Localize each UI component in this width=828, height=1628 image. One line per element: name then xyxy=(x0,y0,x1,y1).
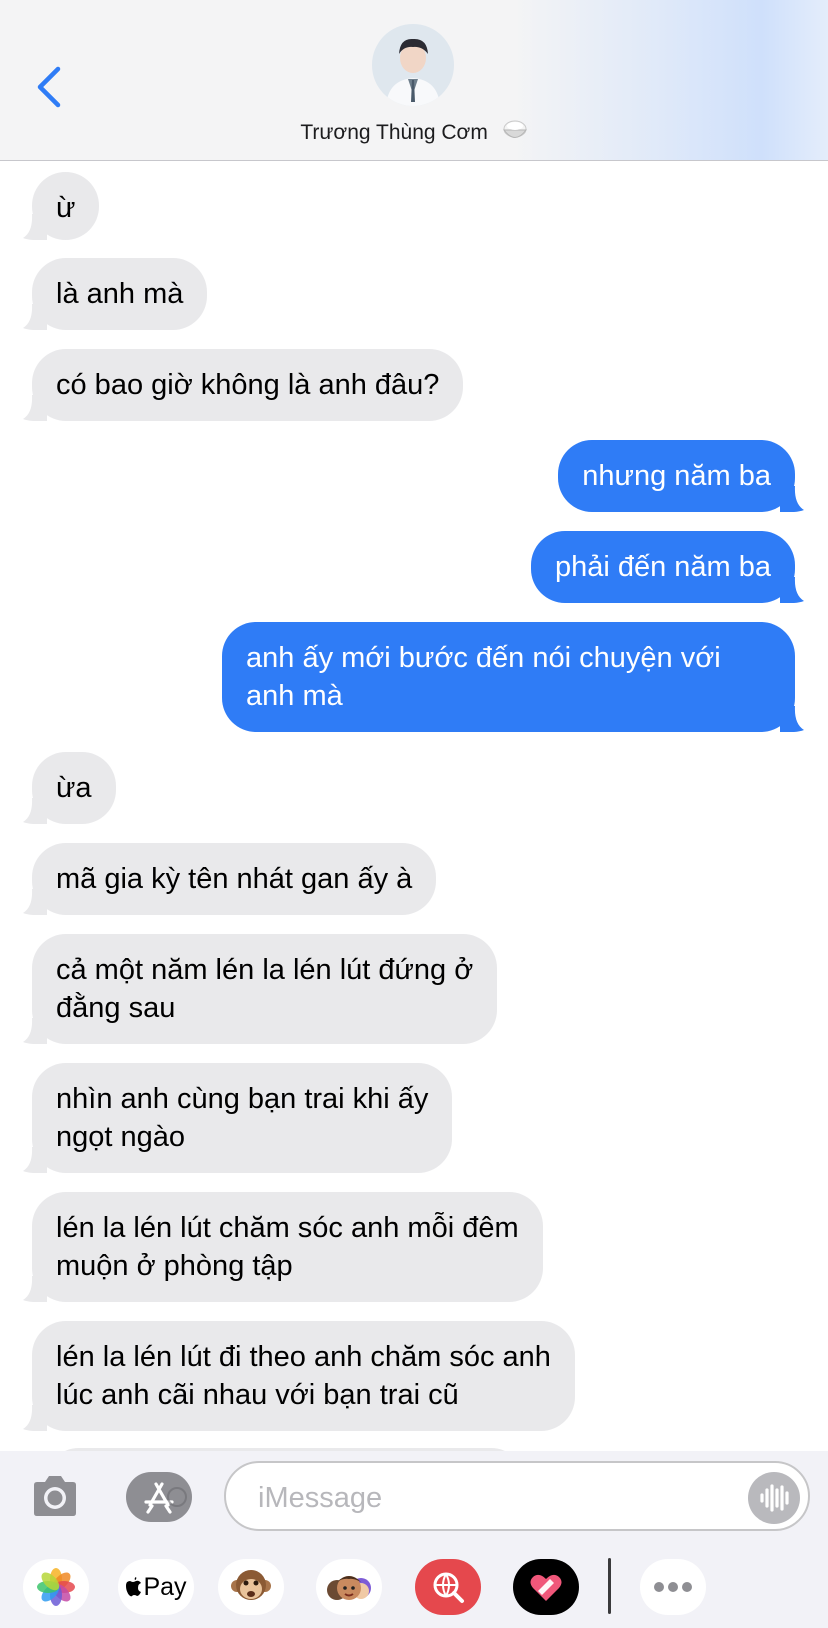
animoji-button[interactable] xyxy=(218,1559,284,1615)
bubble-tail xyxy=(23,889,47,915)
message-text-line: muộn ở phòng tập xyxy=(56,1250,293,1282)
message-text: phải đến năm ba xyxy=(554,551,771,583)
bubble-tail xyxy=(23,304,47,330)
bubble-tail xyxy=(780,486,804,512)
message-text-line: lén la lén lút chăm sóc anh mỗi đêm xyxy=(56,1212,519,1244)
contact-name-label: Trương Thùng Cơm xyxy=(300,121,488,144)
app-drawer: Pay xyxy=(0,1541,828,1628)
message-text: là anh mà xyxy=(56,278,184,310)
memoji-icon xyxy=(327,1576,371,1600)
message-text: mã gia kỳ tên nhát gan ấy à xyxy=(56,863,413,895)
message-received[interactable]: ừa xyxy=(23,752,116,824)
bubble-tail xyxy=(23,1018,47,1044)
bubble-tail xyxy=(23,214,47,240)
app-store-button[interactable] xyxy=(126,1472,192,1522)
message-sent[interactable]: phải đến năm ba xyxy=(530,531,804,603)
digital-touch-heart-icon xyxy=(530,1574,562,1601)
message-received[interactable]: cả một năm lén la lén lút đứng ở đằng sa… xyxy=(23,934,498,1044)
more-apps-button[interactable] xyxy=(640,1559,706,1615)
conversation-header: Trương Thùng Cơm xyxy=(0,0,828,161)
message-sent[interactable]: anh ấy mới bước đến nói chuyện với anh m… xyxy=(222,622,804,732)
rice-bowl-emoji xyxy=(502,120,527,138)
back-button[interactable] xyxy=(30,62,66,112)
search-images-icon xyxy=(433,1572,464,1603)
contact-avatar[interactable] xyxy=(372,24,454,106)
message-received[interactable]: có bao giờ không là anh đâu? xyxy=(23,349,464,421)
app-store-icon xyxy=(136,1474,187,1520)
apple-pay-button[interactable]: Pay xyxy=(118,1559,194,1615)
camera-button[interactable] xyxy=(30,1473,80,1519)
message-received[interactable]: nhìn anh cùng bạn trai khi ấy ngọt ngào xyxy=(23,1063,453,1173)
apple-pay-icon xyxy=(126,1577,142,1597)
camera-icon xyxy=(34,1476,76,1516)
message-text-line: ngọt ngào xyxy=(56,1121,186,1153)
bubble-tail xyxy=(23,798,47,824)
message-text: có bao giờ không là anh đâu? xyxy=(56,369,440,401)
apple-pay-label: Pay xyxy=(143,1572,187,1601)
photos-app-button[interactable] xyxy=(23,1559,89,1615)
bubble-tail xyxy=(780,577,804,603)
audio-waveform-icon xyxy=(760,1484,789,1512)
message-received[interactable]: lén la lén lút đi theo anh chăm sóc anh … xyxy=(23,1321,575,1431)
memoji-button[interactable] xyxy=(316,1559,382,1615)
digital-touch-button[interactable] xyxy=(513,1559,579,1615)
message-text-line: anh mà xyxy=(246,680,343,712)
message-input[interactable] xyxy=(256,1477,730,1519)
message-text-line: lén la lén lút đi theo anh chăm sóc anh xyxy=(56,1341,551,1373)
avatar xyxy=(372,24,454,106)
message-text-line: anh ấy mới bước đến nói chuyện với xyxy=(246,642,721,674)
message-text: nhưng năm ba xyxy=(582,460,771,492)
message-sent[interactable]: nhưng năm ba xyxy=(558,440,804,512)
message-input-bar xyxy=(0,1451,828,1541)
bubble-tail xyxy=(780,706,804,732)
message-received[interactable]: mã gia kỳ tên nhát gan ấy à xyxy=(23,843,437,915)
contact-name[interactable]: Trương Thùng Cơm xyxy=(0,118,828,145)
audio-message-button[interactable] xyxy=(748,1472,800,1524)
message-text: ừ xyxy=(56,192,76,224)
message-received[interactable]: là anh mà xyxy=(23,258,208,330)
image-search-button[interactable] xyxy=(415,1559,481,1615)
more-apps-icon xyxy=(654,1582,692,1592)
animoji-monkey-icon xyxy=(231,1570,271,1600)
message-text: ừa xyxy=(56,772,92,804)
chevron-left-icon xyxy=(37,66,61,108)
message-received[interactable]: lén la lén lút chăm sóc anh mỗi đêm muộn… xyxy=(23,1192,543,1302)
bubble-tail xyxy=(23,1147,47,1173)
photos-app-icon xyxy=(37,1568,75,1606)
bubble-tail xyxy=(23,1276,47,1302)
message-text-line: đằng sau xyxy=(56,992,176,1024)
imessage-field[interactable] xyxy=(224,1461,810,1531)
message-text-line: cả một năm lén la lén lút đứng ở xyxy=(56,954,474,986)
bubble-tail xyxy=(23,1405,47,1431)
message-text-line: lúc anh cãi nhau với bạn trai cũ xyxy=(56,1379,459,1411)
message-text-line: nhìn anh cùng bạn trai khi ấy xyxy=(56,1083,429,1115)
bubble-tail xyxy=(23,395,47,421)
drawer-divider xyxy=(608,1558,611,1614)
message-received[interactable]: ừ xyxy=(23,172,100,240)
